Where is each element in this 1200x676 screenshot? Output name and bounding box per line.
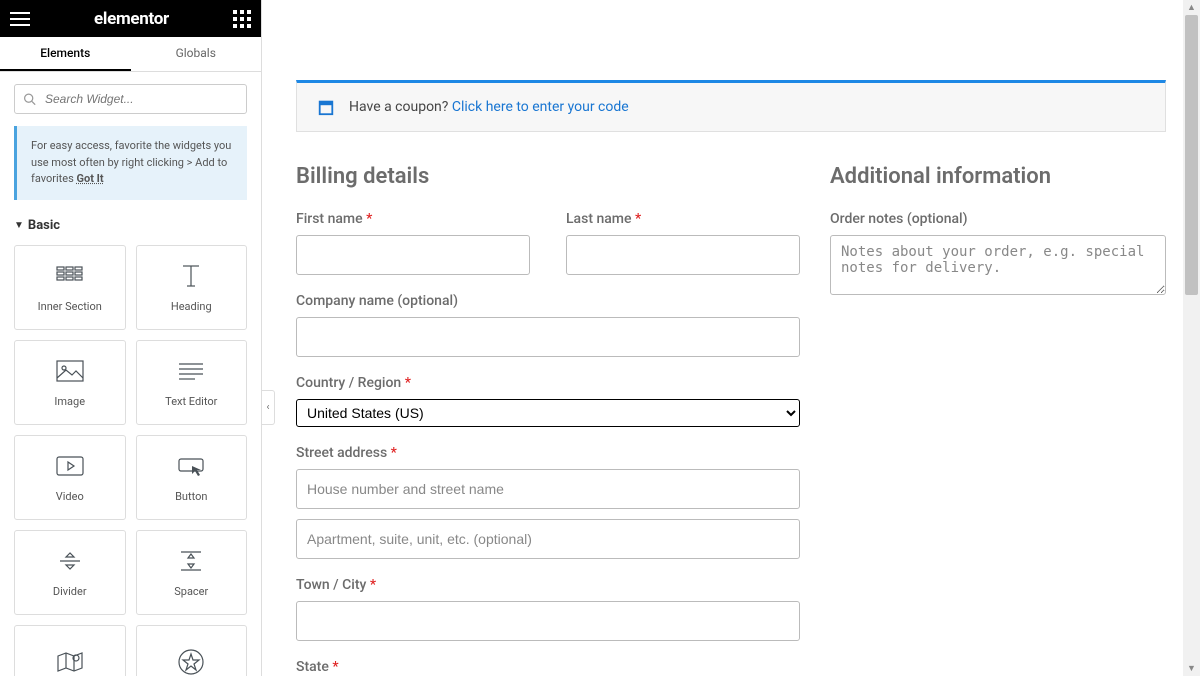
last-name-label: Last name * [566, 211, 800, 227]
search-icon [23, 93, 36, 106]
coupon-icon [317, 98, 335, 116]
elementor-panel: elementor Elements Globals For easy acce… [0, 0, 262, 676]
billing-column: Billing details First name * Last name *… [296, 164, 800, 676]
coupon-link[interactable]: Click here to enter your code [452, 99, 629, 115]
billing-heading: Billing details [296, 164, 800, 189]
additional-heading: Additional information [830, 164, 1166, 189]
category-label: Basic [28, 218, 60, 233]
banner-gotit-link[interactable]: Got It [77, 172, 104, 185]
scroll-thumb[interactable] [1185, 15, 1198, 295]
image-icon [56, 357, 84, 385]
favorites-banner: For easy access, favorite the widgets yo… [14, 126, 247, 200]
additional-column: Additional information Order notes (opti… [830, 164, 1166, 676]
video-icon [56, 452, 84, 480]
panel-collapse-handle[interactable]: ‹ [262, 390, 275, 425]
search-wrap [14, 84, 247, 114]
widget-text-editor[interactable]: Text Editor [136, 340, 248, 425]
city-field[interactable] [296, 601, 800, 641]
widget-button[interactable]: Button [136, 435, 248, 520]
widget-label: Button [175, 490, 207, 503]
coupon-text: Have a coupon? [349, 99, 452, 115]
widget-divider[interactable]: Divider [14, 530, 126, 615]
hamburger-menu-icon[interactable] [10, 12, 30, 26]
first-name-label: First name * [296, 211, 530, 227]
widget-label: Divider [53, 585, 87, 598]
banner-text: For easy access, favorite the widgets yo… [31, 139, 231, 185]
widget-google-maps[interactable] [14, 625, 126, 676]
company-label: Company name (optional) [296, 293, 800, 309]
vertical-scrollbar[interactable]: ▲ ▼ [1183, 0, 1200, 676]
search-input[interactable] [14, 84, 247, 114]
columns-icon [56, 262, 84, 290]
widget-icon[interactable] [136, 625, 248, 676]
panel-tabs: Elements Globals [0, 37, 261, 72]
tab-elements[interactable]: Elements [0, 37, 131, 71]
preview-canvas: Have a coupon? Click here to enter your … [262, 0, 1200, 676]
company-field[interactable] [296, 317, 800, 357]
star-icon [177, 648, 205, 676]
tab-globals[interactable]: Globals [131, 37, 262, 71]
widget-label: Inner Section [38, 300, 102, 313]
city-label: Town / City * [296, 577, 800, 593]
widget-grid: Inner Section Heading Image Text Editor … [14, 245, 247, 676]
widget-video[interactable]: Video [14, 435, 126, 520]
country-select[interactable]: United States (US) [296, 399, 800, 427]
state-label: State * [296, 659, 800, 675]
last-name-field[interactable] [566, 235, 800, 275]
checkout-columns: Billing details First name * Last name *… [296, 164, 1166, 676]
text-editor-icon [177, 357, 205, 385]
category-basic[interactable]: ▼ Basic [14, 218, 247, 233]
spacer-icon [177, 547, 205, 575]
button-icon [177, 452, 205, 480]
widget-label: Text Editor [165, 395, 217, 408]
order-notes-label: Order notes (optional) [830, 211, 1166, 227]
street-address-2-field[interactable] [296, 519, 800, 559]
order-notes-field[interactable] [830, 235, 1166, 295]
scroll-down-arrow-icon[interactable]: ▼ [1183, 661, 1200, 676]
widget-label: Image [54, 395, 85, 408]
heading-icon [177, 262, 205, 290]
widget-image[interactable]: Image [14, 340, 126, 425]
widget-spacer[interactable]: Spacer [136, 530, 248, 615]
widget-label: Spacer [174, 585, 208, 598]
widget-heading[interactable]: Heading [136, 245, 248, 330]
app-root: elementor Elements Globals For easy acce… [0, 0, 1200, 676]
panel-body: For easy access, favorite the widgets yo… [0, 72, 261, 676]
panel-header: elementor [0, 0, 261, 37]
widget-inner-section[interactable]: Inner Section [14, 245, 126, 330]
street-address-1-field[interactable] [296, 469, 800, 509]
map-icon [56, 648, 84, 676]
widget-label: Video [56, 490, 84, 503]
street-label: Street address * [296, 445, 800, 461]
apps-grid-icon[interactable] [233, 10, 251, 28]
caret-down-icon: ▼ [14, 220, 24, 231]
first-name-field[interactable] [296, 235, 530, 275]
country-label: Country / Region * [296, 375, 800, 391]
widget-label: Heading [171, 300, 212, 313]
scroll-up-arrow-icon[interactable]: ▲ [1183, 0, 1200, 15]
brand-label: elementor [94, 9, 169, 29]
coupon-notice: Have a coupon? Click here to enter your … [296, 80, 1166, 132]
divider-icon [56, 547, 84, 575]
